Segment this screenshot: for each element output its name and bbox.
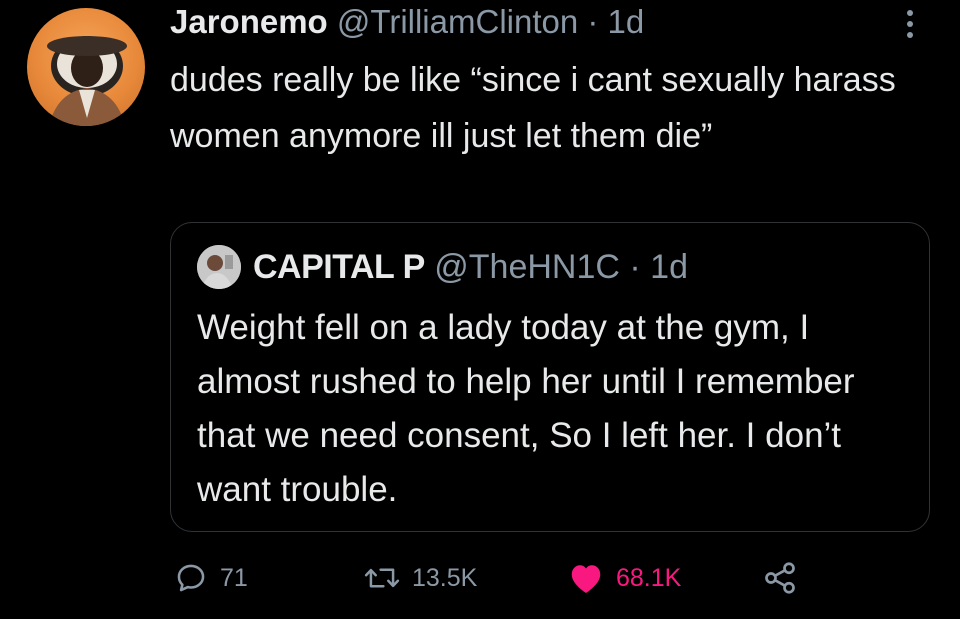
more-dot [907, 10, 913, 16]
author-avatar[interactable] [27, 8, 145, 126]
separator-dot: · [587, 3, 599, 40]
author-avatar-image [47, 36, 127, 126]
tweet-text: dudes really be like “since i cant sexua… [170, 61, 896, 155]
retweet-count: 13.5K [412, 563, 478, 592]
action-bar: 71 13.5K 68.1K [170, 556, 930, 600]
share-icon [765, 562, 795, 594]
more-dot [907, 21, 913, 27]
author-handle[interactable]: @TrilliamClinton [337, 3, 578, 40]
quoted-author-avatar [197, 245, 241, 289]
quoted-author-handle: @TheHN1C [434, 248, 620, 286]
reply-count: 71 [220, 563, 248, 592]
like-button[interactable]: 68.1K [568, 556, 681, 600]
quoted-tweet[interactable]: CAPITAL P @TheHN1C · 1d Weight fell on a… [170, 222, 930, 532]
tweet-header: Jaronemo @TrilliamClinton · 1d [170, 2, 644, 42]
quoted-tweet-text: Weight fell on a lady today at the gym, … [197, 308, 855, 509]
more-vertical-icon[interactable] [900, 6, 920, 42]
reply-icon [177, 564, 205, 592]
retweet-icon [364, 568, 400, 588]
author-name[interactable]: Jaronemo [170, 3, 328, 40]
retweet-button[interactable]: 13.5K [364, 556, 477, 600]
heart-filled-icon [571, 565, 601, 593]
quoted-author-name: CAPITAL P [253, 248, 425, 286]
reply-button[interactable]: 71 [174, 556, 248, 600]
quoted-separator-dot: · [629, 248, 641, 286]
like-count: 68.1K [616, 563, 682, 592]
more-dot [907, 32, 913, 38]
tweet-timestamp[interactable]: 1d [608, 3, 645, 40]
share-button[interactable] [762, 556, 798, 600]
quoted-tweet-header: CAPITAL P @TheHN1C · 1d [253, 245, 688, 289]
quoted-tweet-timestamp: 1d [650, 248, 688, 286]
quoted-avatar-image [197, 245, 241, 289]
